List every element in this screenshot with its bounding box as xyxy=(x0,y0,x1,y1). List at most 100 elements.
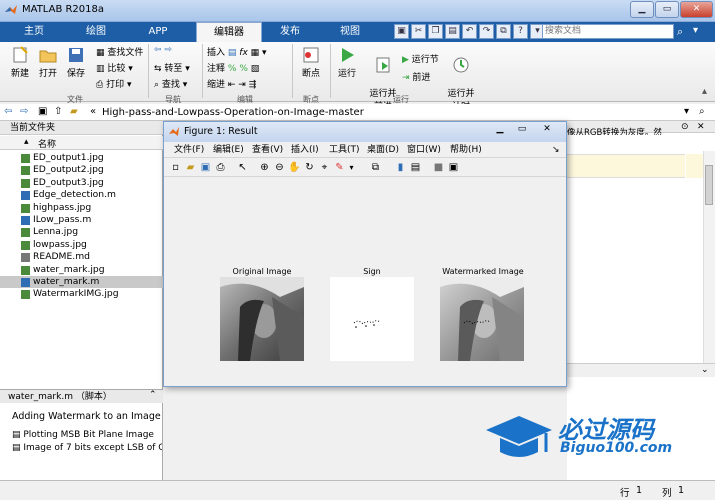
insert-button[interactable]: 插入 ▤ fx ▦ ▾ xyxy=(207,45,267,58)
figure-minimize-button[interactable]: ▁ xyxy=(490,124,510,134)
browse-folder-icon[interactable]: ▣ xyxy=(38,106,47,117)
menu-view[interactable]: 查看(V) xyxy=(252,142,283,158)
tab-home[interactable]: 主页 xyxy=(4,22,64,42)
maximize-button[interactable]: ▭ xyxy=(655,1,679,18)
figure-maximize-button[interactable]: ▭ xyxy=(512,124,532,134)
file-item[interactable]: highpass.jpg xyxy=(0,202,163,214)
file-item[interactable]: ED_output3.jpg xyxy=(0,177,163,189)
menu-edit[interactable]: 编辑(E) xyxy=(213,142,244,158)
run-button[interactable]: 运行 xyxy=(334,46,360,79)
pointer-icon[interactable]: ↖ xyxy=(236,161,249,174)
forward-icon[interactable]: ⇨ xyxy=(20,106,28,117)
menu-dock-icon[interactable]: ↘ xyxy=(552,142,560,158)
figure-close-button[interactable]: ✕ xyxy=(534,124,560,134)
save-button[interactable]: 保存 xyxy=(62,46,90,79)
menu-tools[interactable]: 工具(T) xyxy=(329,142,360,158)
colorbar-icon[interactable]: ▮ xyxy=(394,161,407,174)
save-figure-icon[interactable]: ▣ xyxy=(199,161,212,174)
search-docs-input[interactable]: 搜索文档 xyxy=(542,24,674,39)
up-folder-icon[interactable]: ⇧ xyxy=(54,106,62,117)
editor-scroll-thumb[interactable] xyxy=(705,165,713,205)
tab-plots[interactable]: 绘图 xyxy=(66,22,126,42)
indent-button[interactable]: 缩进 ⇤ ⇥ ⇶ xyxy=(207,77,256,90)
find-button[interactable]: ⌕ 查找 ▾ xyxy=(154,77,187,90)
show-plot-tools-icon[interactable]: ▣ xyxy=(447,161,460,174)
run-and-time-button[interactable]: 运行并 计时 xyxy=(444,46,478,112)
redo-icon[interactable]: ↷ xyxy=(479,24,494,39)
minimize-button[interactable]: ▁ xyxy=(630,1,654,18)
breakpoints-button[interactable]: 断点 xyxy=(297,46,325,79)
rotate-icon[interactable]: ↻ xyxy=(303,161,316,174)
close-editor-icon[interactable]: ✕ xyxy=(697,122,705,132)
new-button[interactable]: 新建 xyxy=(6,46,34,79)
file-item[interactable]: README.md xyxy=(0,251,163,263)
folder-icon[interactable]: ▰ xyxy=(70,106,78,117)
address-chevrons[interactable]: « xyxy=(90,106,96,117)
file-item[interactable]: water_mark.jpg xyxy=(0,264,163,276)
original-image[interactable] xyxy=(220,277,304,361)
back-forward-icons[interactable]: ⇦ ⇨ xyxy=(154,45,172,55)
file-item[interactable]: WatermarkIMG.jpg xyxy=(0,288,163,300)
open-file-icon[interactable]: ▰ xyxy=(184,161,197,174)
collapse-ribbon-icon[interactable]: ▴ xyxy=(702,86,707,97)
search-folder-icon[interactable]: ⌕ xyxy=(699,106,705,117)
legend-icon[interactable]: ▤ xyxy=(409,161,422,174)
paste-icon[interactable]: ▤ xyxy=(445,24,460,39)
tab-apps[interactable]: APP xyxy=(128,22,188,42)
tab-editor[interactable]: 编辑器 xyxy=(196,22,262,42)
data-cursor-icon[interactable]: ⌖ xyxy=(318,161,331,174)
help-icon[interactable]: ? xyxy=(513,24,528,39)
print-button[interactable]: ⎙ 打印 ▾ xyxy=(96,77,131,90)
close-button[interactable]: ✕ xyxy=(680,1,713,18)
filter-icon[interactable]: ▾ xyxy=(693,25,698,36)
expand-icon[interactable]: ⌄ xyxy=(701,365,709,375)
pan-icon[interactable]: ✋ xyxy=(288,161,301,174)
open-button[interactable]: 打开 xyxy=(34,46,62,79)
file-item[interactable]: ED_output2.jpg xyxy=(0,164,163,176)
address-path[interactable]: High-pass-and-Lowpass-Operation-on-Image… xyxy=(102,107,364,118)
figure-window[interactable]: Figure 1: Result ▁ ▭ ✕ 文件(F) 编辑(E) 查看(V)… xyxy=(163,121,567,387)
menu-desktop[interactable]: 桌面(D) xyxy=(367,142,399,158)
run-time-icon xyxy=(453,57,469,73)
details-item[interactable]: ▤ Plotting MSB Bit Plane Image xyxy=(12,430,154,440)
tab-publish[interactable]: 发布 xyxy=(262,22,318,42)
menu-window[interactable]: 窗口(W) xyxy=(407,142,441,158)
print-figure-icon[interactable]: ⎙ xyxy=(214,161,227,174)
file-item[interactable]: Lenna.jpg xyxy=(0,226,163,238)
sort-icon[interactable]: ▴ xyxy=(24,137,29,147)
zoom-out-icon[interactable]: ⊖ xyxy=(273,161,286,174)
find-files-button[interactable]: ▦ 查找文件 xyxy=(96,45,143,58)
save-icon[interactable]: ▣ xyxy=(394,24,409,39)
tab-view[interactable]: 视图 xyxy=(322,22,378,42)
file-item[interactable]: water_mark.m xyxy=(0,276,163,289)
name-column-header[interactable]: 名称 xyxy=(38,137,56,150)
undo-icon[interactable]: ↶ xyxy=(462,24,477,39)
switch-windows-icon[interactable]: ⧉ xyxy=(496,24,511,39)
search-icon[interactable]: ⌕ xyxy=(677,25,683,39)
cut-icon[interactable]: ✂ xyxy=(411,24,426,39)
file-item[interactable]: lowpass.jpg xyxy=(0,239,163,251)
copy-icon[interactable]: ❐ xyxy=(428,24,443,39)
zoom-in-icon[interactable]: ⊕ xyxy=(258,161,271,174)
menu-file[interactable]: 文件(F) xyxy=(174,142,204,158)
goto-button[interactable]: ⇆ 转至 ▾ xyxy=(154,61,190,74)
new-figure-icon[interactable]: ▫ xyxy=(169,161,182,174)
menu-help[interactable]: 帮助(H) xyxy=(450,142,482,158)
address-dropdown-icon[interactable]: ▾ xyxy=(684,106,689,117)
comment-button[interactable]: 注释 % % ▧ xyxy=(207,61,259,74)
hide-plot-tools-icon[interactable]: ■ xyxy=(432,161,445,174)
sign-image[interactable] xyxy=(330,277,414,361)
brush-dropdown-icon[interactable]: ▾ xyxy=(345,161,358,174)
file-item[interactable]: ILow_pass.m xyxy=(0,214,163,226)
back-icon[interactable]: ⇦ xyxy=(4,106,12,117)
file-item[interactable]: ED_output1.jpg xyxy=(0,152,163,164)
compare-button[interactable]: ▥ 比较 ▾ xyxy=(96,61,133,74)
file-item[interactable]: Edge_detection.m xyxy=(0,189,163,201)
run-section-button[interactable]: ▶ 运行节 xyxy=(402,52,439,65)
advance-button[interactable]: ⇥ 前进 xyxy=(402,70,430,83)
details-toggle-icon[interactable]: ⌃ xyxy=(149,390,157,400)
details-item[interactable]: ▤ Image of 7 bits except LSB of Or xyxy=(12,443,162,453)
link-plot-icon[interactable]: ⧉ xyxy=(369,161,382,174)
watermarked-image[interactable] xyxy=(440,277,524,361)
menu-insert[interactable]: 插入(I) xyxy=(291,142,319,158)
